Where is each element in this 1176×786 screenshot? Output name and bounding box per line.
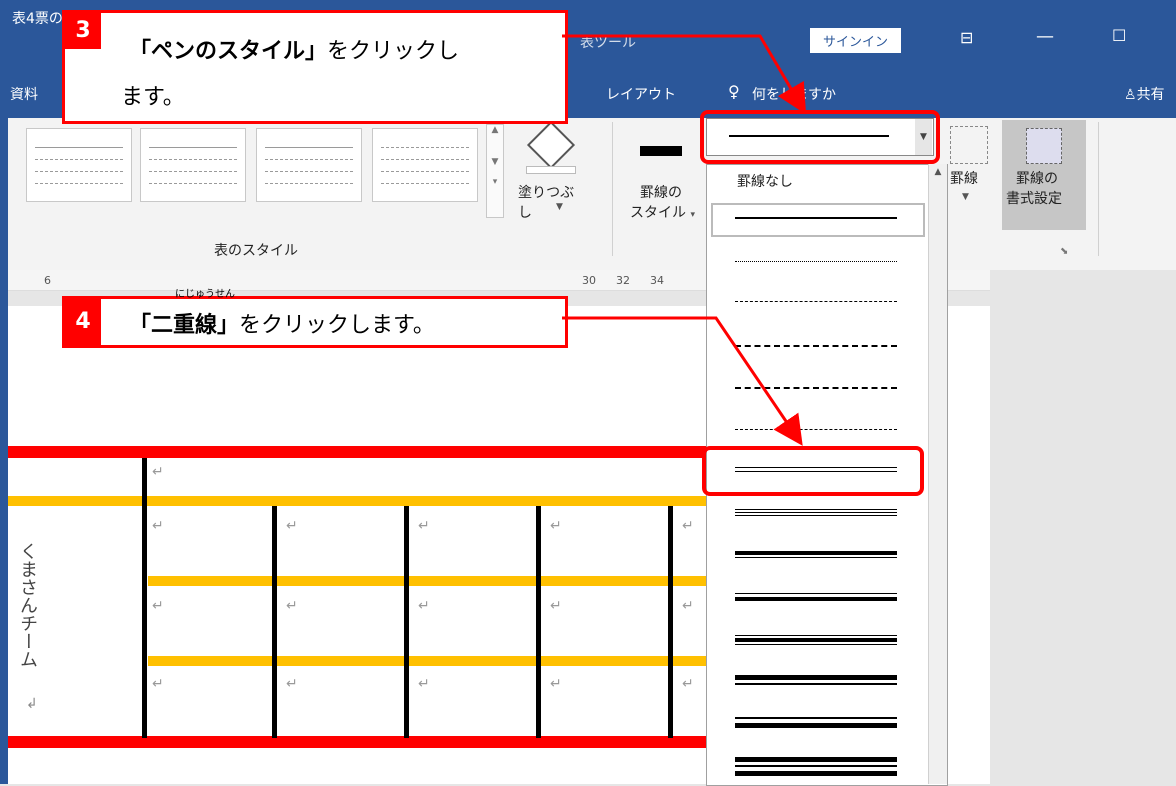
- window-left-edge: [0, 0, 8, 784]
- arrow-to-double-line: [562, 316, 803, 446]
- arrow-to-pen-style: [562, 34, 807, 115]
- annotation-arrows: [562, 34, 807, 446]
